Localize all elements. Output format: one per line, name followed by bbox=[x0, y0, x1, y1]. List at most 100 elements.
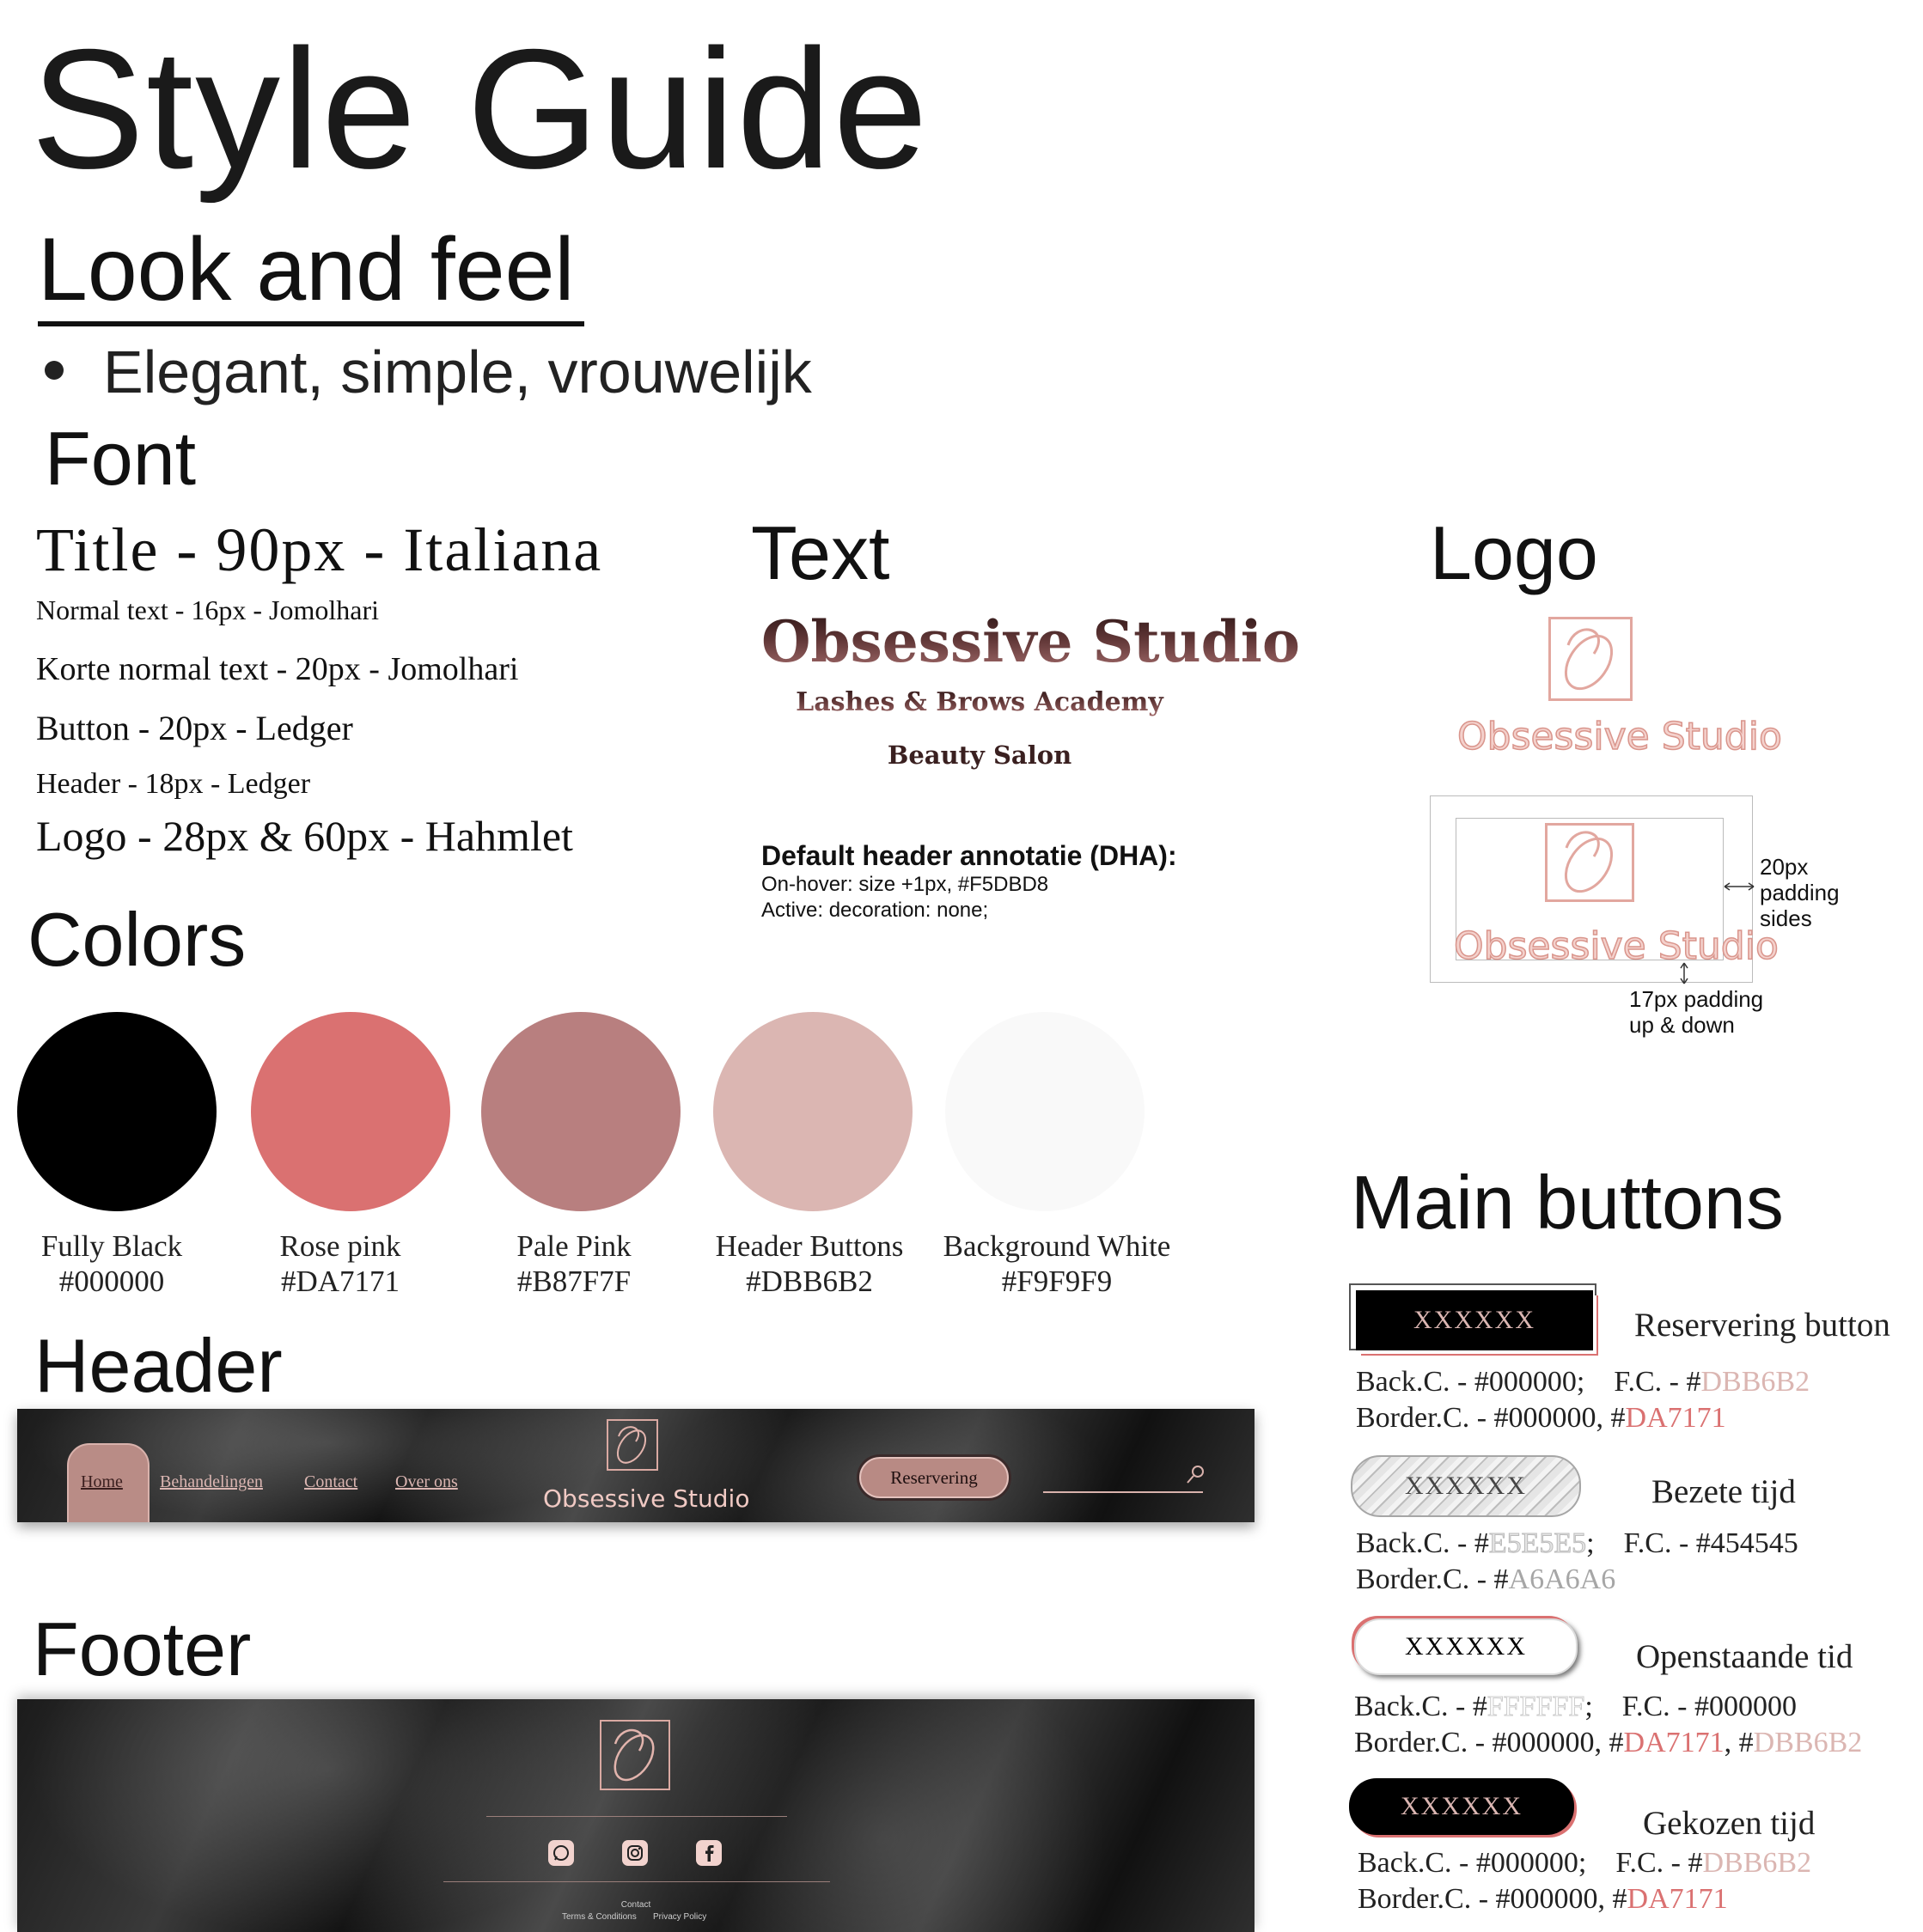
footer-link-contact[interactable]: Contact bbox=[17, 1900, 1255, 1910]
swatch-hex: #DBB6B2 bbox=[746, 1265, 873, 1298]
spec-value: DBB6B2 bbox=[1700, 1366, 1810, 1398]
button-spec: Back.C. - #E5E5E5; F.C. - #454545 bbox=[1356, 1527, 1798, 1559]
logo-wordmark: Obsessive Studio bbox=[1453, 923, 1779, 969]
spec-value: FFFFFF bbox=[1487, 1691, 1585, 1722]
button-name: Bezete tijd bbox=[1651, 1473, 1796, 1510]
spec-value: Border.C. - #000000, # bbox=[1356, 1402, 1626, 1434]
page-title: Style Guide bbox=[31, 14, 930, 204]
spec-value: DBB6B2 bbox=[1702, 1847, 1812, 1879]
openstaande-tijd-sample-button[interactable]: XXXXXX bbox=[1354, 1618, 1578, 1675]
swatch-name: Fully Black bbox=[40, 1229, 183, 1263]
color-swatch bbox=[481, 1012, 681, 1211]
spec-value: DA7171 bbox=[1625, 1402, 1726, 1434]
header-heading: Header bbox=[34, 1323, 283, 1408]
footer-divider bbox=[486, 1816, 787, 1817]
search-input[interactable] bbox=[1043, 1491, 1203, 1493]
bullet-dot-icon bbox=[45, 360, 64, 380]
button-name: Reservering button bbox=[1634, 1307, 1890, 1344]
horizontal-arrow-icon bbox=[1724, 882, 1755, 891]
dha-active-rule: Active: decoration: none; bbox=[761, 899, 989, 922]
spec-value: Back.C. - # bbox=[1354, 1691, 1487, 1722]
logo-mark-icon bbox=[1545, 823, 1634, 902]
spec-value: Back.C. - #000000; bbox=[1356, 1366, 1585, 1398]
header-preview: Home Behandelingen Contact Over ons Obse… bbox=[17, 1409, 1255, 1522]
spec-value: F.C. - # bbox=[1615, 1847, 1703, 1879]
button-spec: Border.C. - #000000, #DA7171 bbox=[1358, 1885, 1728, 1914]
whatsapp-icon[interactable] bbox=[548, 1840, 574, 1866]
button-spec: Back.C. - #000000; F.C. - #DBB6B2 bbox=[1358, 1849, 1811, 1878]
button-spec: Border.C. - #000000, #DA7171 bbox=[1356, 1404, 1726, 1433]
facebook-icon[interactable] bbox=[696, 1840, 722, 1866]
footer-heading: Footer bbox=[33, 1606, 252, 1691]
swatch-hex: #F9F9F9 bbox=[1001, 1265, 1113, 1298]
swatch-label: Background White #F9F9F9 bbox=[928, 1228, 1186, 1299]
font-spec-korte: Korte normal text - 20px - Jomolhari bbox=[36, 651, 519, 687]
spec-value: Border.C. - #000000, # bbox=[1358, 1883, 1627, 1915]
padding-sides-annotation: 20px padding sides bbox=[1760, 854, 1840, 931]
button-name: Openstaande tid bbox=[1636, 1638, 1853, 1675]
logo-heading: Logo bbox=[1430, 510, 1598, 595]
swatch-hex: #000000 bbox=[58, 1265, 165, 1298]
logo-wordmark: Obsessive Studio bbox=[1456, 714, 1782, 759]
bezete-tijd-sample-button[interactable]: XXXXXX bbox=[1351, 1455, 1581, 1517]
swatch-name: Header Buttons bbox=[715, 1229, 904, 1263]
font-spec-normal: Normal text - 16px - Jomolhari bbox=[36, 594, 380, 625]
swatch-label: Rose pink #DA7171 bbox=[211, 1228, 469, 1299]
swatch-label: Pale Pink #B87F7F bbox=[445, 1228, 703, 1299]
swatch-label: Header Buttons #DBB6B2 bbox=[681, 1228, 938, 1299]
nav-link-contact[interactable]: Contact bbox=[304, 1472, 357, 1492]
spec-value: E5E5E5 bbox=[1488, 1527, 1587, 1559]
search-icon[interactable] bbox=[1184, 1464, 1206, 1486]
dha-title: Default header annotatie (DHA): bbox=[761, 840, 1177, 871]
font-heading: Font bbox=[45, 416, 197, 501]
font-spec-title: Title - 90px - Italiana bbox=[36, 515, 603, 584]
logo-mark-icon[interactable] bbox=[607, 1419, 658, 1471]
reservering-button[interactable]: Reservering bbox=[859, 1457, 1009, 1498]
heading-underline bbox=[38, 321, 584, 326]
spec-value: F.C. - #000000 bbox=[1621, 1691, 1797, 1722]
dha-hover-rule: On-hover: size +1px, #F5DBD8 bbox=[761, 873, 1049, 896]
button-spec: Border.C. - #000000, #DA7171, #DBB6B2 bbox=[1354, 1728, 1862, 1758]
footer-preview: Contact Terms & Conditions Privacy Polic… bbox=[17, 1699, 1255, 1932]
footer-link-privacy[interactable]: Privacy Policy bbox=[653, 1912, 706, 1922]
brand-tagline: Beauty Salon bbox=[887, 740, 1072, 770]
brand-title: Obsessive Studio bbox=[761, 608, 1300, 675]
nav-link-behandelingen[interactable]: Behandelingen bbox=[160, 1472, 263, 1492]
vertical-arrow-icon bbox=[1680, 962, 1688, 984]
brand-subtitle: Lashes & Brows Academy bbox=[765, 687, 1194, 717]
spec-value: F.C. - # bbox=[1614, 1366, 1701, 1398]
reservering-sample-button[interactable]: XXXXXX bbox=[1356, 1290, 1593, 1350]
logo-mark-icon bbox=[1548, 617, 1633, 701]
spec-value: , # bbox=[1724, 1727, 1754, 1758]
spec-value: Border.C. - #000000, # bbox=[1354, 1727, 1624, 1758]
spec-value: Border.C. - # bbox=[1356, 1563, 1509, 1595]
swatch-hex: #B87F7F bbox=[516, 1265, 632, 1298]
instagram-icon[interactable] bbox=[622, 1840, 648, 1866]
swatch-name: Background White bbox=[943, 1229, 1171, 1263]
spec-value: Back.C. - # bbox=[1356, 1527, 1489, 1559]
logo-mark-icon bbox=[600, 1720, 670, 1790]
color-swatch bbox=[713, 1012, 913, 1211]
main-buttons-heading: Main buttons bbox=[1351, 1160, 1784, 1245]
spec-value: A6A6A6 bbox=[1508, 1563, 1616, 1595]
gekozen-tijd-sample-button[interactable]: XXXXXX bbox=[1349, 1778, 1574, 1835]
color-swatch bbox=[945, 1012, 1145, 1211]
swatch-name: Pale Pink bbox=[516, 1229, 632, 1263]
swatch-label: Fully Black #000000 bbox=[0, 1228, 241, 1299]
color-swatch bbox=[251, 1012, 450, 1211]
bullet-text: Elegant, simple, vrouwelijk bbox=[103, 338, 812, 405]
nav-link-over-ons[interactable]: Over ons bbox=[395, 1472, 458, 1492]
swatch-name: Rose pink bbox=[279, 1229, 401, 1263]
header-brand[interactable]: Obsessive Studio bbox=[543, 1484, 749, 1513]
spec-value: DBB6B2 bbox=[1753, 1727, 1863, 1758]
font-spec-logo: Logo - 28px & 60px - Hahmlet bbox=[36, 812, 573, 860]
spec-value: DA7171 bbox=[1623, 1727, 1725, 1758]
footer-link-terms[interactable]: Terms & Conditions bbox=[562, 1912, 637, 1922]
look-and-feel-heading: Look and feel bbox=[38, 220, 575, 320]
spec-value: DA7171 bbox=[1627, 1883, 1728, 1915]
footer-divider bbox=[443, 1881, 830, 1882]
button-spec: Back.C. - #000000; F.C. - #DBB6B2 bbox=[1356, 1368, 1810, 1397]
spec-value: Back.C. - #000000; bbox=[1358, 1847, 1587, 1879]
nav-link-home[interactable]: Home bbox=[81, 1472, 123, 1492]
swatch-hex: #DA7171 bbox=[280, 1265, 400, 1298]
